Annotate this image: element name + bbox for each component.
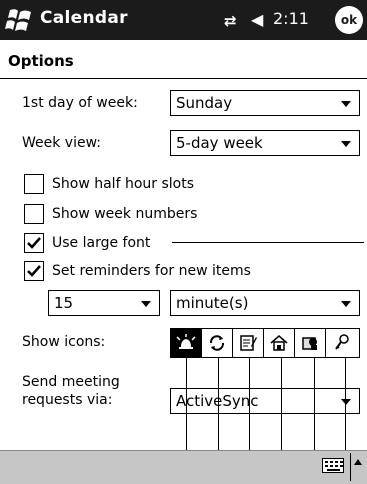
chevron-down-icon [341, 141, 351, 147]
header-divider [0, 78, 367, 79]
clock[interactable]: 2:11 [273, 9, 309, 28]
meeting-label-line1: Send meeting [22, 374, 120, 390]
reminder-bell-icon[interactable] [171, 329, 202, 357]
half-hour-checkbox[interactable] [24, 174, 44, 194]
reminder-unit-dropdown[interactable]: minute(s) [170, 290, 360, 316]
chevron-down-icon [341, 399, 351, 405]
connectivity-icon[interactable]: ⇄ [224, 12, 237, 30]
attendees-icon[interactable] [326, 329, 357, 357]
notes-icon[interactable] [233, 329, 264, 357]
week-numbers-checkbox[interactable] [24, 204, 44, 224]
chevron-down-icon [141, 301, 151, 307]
week-view-dropdown[interactable]: 5-day week [170, 130, 360, 156]
checkmark-icon [27, 265, 41, 277]
checkmark-icon [27, 237, 41, 249]
half-hour-label: Show half hour slots [52, 176, 194, 192]
options-title: Options [8, 52, 74, 70]
first-day-dropdown[interactable]: Sunday [170, 90, 360, 116]
large-font-rule [172, 242, 364, 243]
reminder-unit-value: minute(s) [176, 294, 249, 312]
reminder-amount-dropdown[interactable]: 15 [48, 290, 160, 316]
windows-start-icon[interactable] [4, 6, 34, 34]
first-day-label: 1st day of week: [22, 95, 138, 111]
chevron-down-icon [341, 101, 351, 107]
meeting-via-dropdown[interactable]: ActiveSync [170, 388, 360, 414]
recurrence-icon[interactable] [202, 329, 233, 357]
sip-arrow-icon[interactable] [350, 453, 364, 481]
large-font-checkbox[interactable] [24, 233, 44, 253]
private-icon[interactable] [295, 329, 326, 357]
menu-bar [0, 450, 367, 484]
ok-button[interactable]: ok [335, 6, 363, 34]
show-icons-row [170, 328, 360, 358]
show-icons-label: Show icons: [22, 334, 106, 350]
first-day-value: Sunday [176, 94, 233, 112]
week-view-value: 5-day week [176, 134, 263, 152]
reminders-label: Set reminders for new items [52, 263, 251, 279]
keyboard-icon[interactable] [322, 458, 344, 473]
week-view-label: Week view: [22, 135, 101, 151]
week-numbers-label: Show week numbers [52, 206, 198, 222]
volume-icon[interactable]: ◀︎ [251, 10, 263, 29]
large-font-label: Use large font [52, 235, 151, 251]
meeting-label-line2: requests via: [22, 392, 113, 408]
reminder-amount-value: 15 [54, 294, 74, 312]
meeting-via-value: ActiveSync [176, 392, 259, 410]
reminders-checkbox[interactable] [24, 261, 44, 281]
location-icon[interactable] [264, 329, 295, 357]
title-bar: Calendar ⇄ ◀︎ 2:11 ok [0, 0, 367, 40]
chevron-down-icon [341, 301, 351, 307]
app-title: Calendar [40, 8, 128, 28]
